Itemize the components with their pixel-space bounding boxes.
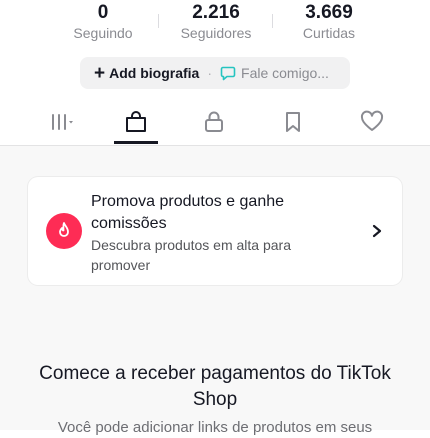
promo-badge (46, 213, 82, 249)
message-link[interactable]: Fale comigo... (241, 65, 329, 81)
heart-icon (360, 110, 384, 131)
shop-payments-title: Comece a receber pagamentos do TikTok Sh… (39, 363, 391, 410)
following-label: Seguindo (73, 25, 133, 41)
bio-bar: + Add biografia · Fale comigo... (80, 57, 350, 89)
following-count: 0 (97, 2, 109, 23)
following-stat[interactable]: 0 Seguindo (48, 2, 158, 42)
add-bio-button[interactable]: Add biografia (109, 65, 199, 81)
promote-products-card[interactable]: Promova produtos e ganhe comissões Descu… (28, 177, 402, 285)
likes-stat[interactable]: 3.669 Curtidas (274, 2, 384, 42)
promo-subtitle: Descubra produtos em alta para promover (91, 237, 291, 273)
shopping-bag-icon (126, 111, 146, 132)
lock-icon (205, 111, 223, 132)
shop-payments-description: Você pode adicionar links de produtos em… (57, 419, 373, 436)
followers-label: Seguidores (180, 25, 252, 41)
stat-divider (158, 14, 159, 28)
tab-liked[interactable] (342, 100, 402, 144)
tab-shop[interactable] (106, 100, 166, 144)
flame-icon (59, 222, 69, 237)
chat-bubble-icon (220, 66, 236, 81)
promo-title: Promova produtos e ganhe comissões (91, 193, 285, 232)
followers-stat[interactable]: 2.216 Seguidores (161, 2, 271, 42)
chevron-right-icon (372, 224, 382, 238)
likes-count: 3.669 (305, 2, 353, 23)
profile-stats: 0 Seguindo 2.216 Seguidores 3.669 Curtid… (0, 0, 430, 48)
profile-tabs (0, 100, 430, 146)
tab-videos[interactable] (31, 100, 91, 144)
likes-label: Curtidas (302, 25, 356, 41)
grid-menu-icon (52, 114, 73, 130)
followers-count: 2.216 (192, 2, 240, 23)
active-tab-indicator (114, 141, 158, 144)
bookmark-icon (286, 112, 300, 132)
plus-icon[interactable]: + (94, 64, 105, 83)
tab-private[interactable] (184, 100, 244, 144)
tab-saved[interactable] (263, 100, 323, 144)
stat-divider (272, 14, 273, 28)
bio-separator: · (207, 65, 213, 81)
